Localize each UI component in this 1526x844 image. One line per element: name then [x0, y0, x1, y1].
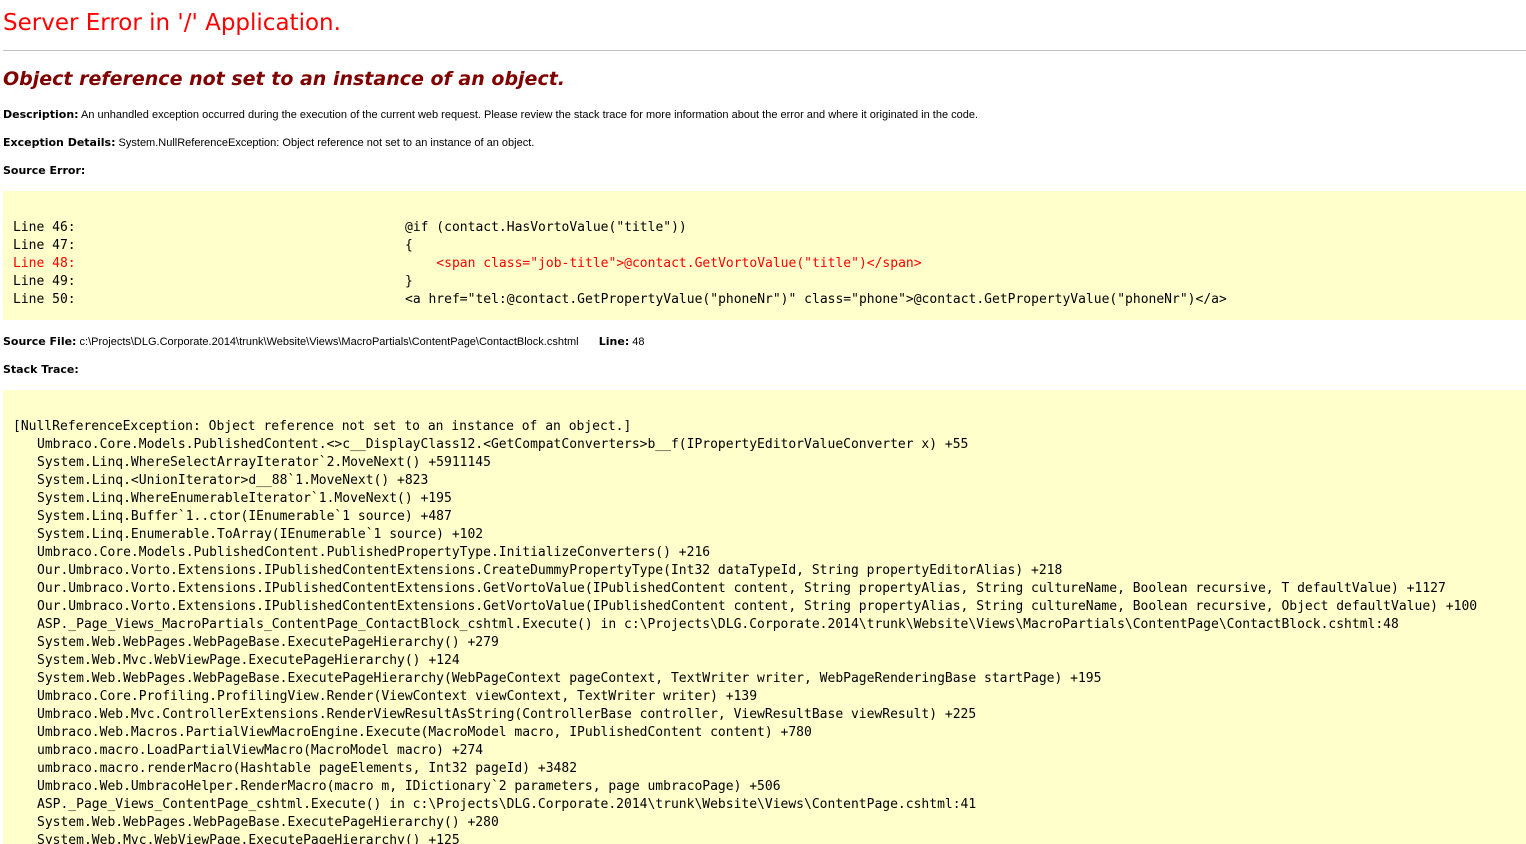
exception-details-row: Exception Details: System.NullReferenceE…	[3, 136, 534, 149]
stack-trace-label: Stack Trace:	[3, 363, 79, 376]
stack-frame: umbraco.macro.renderMacro(Hashtable page…	[37, 761, 578, 776]
stack-frame: System.Web.WebPages.WebPageBase.ExecuteP…	[37, 671, 1102, 686]
stack-frame: System.Linq.Enumerable.ToArray(IEnumerab…	[37, 527, 484, 542]
source-error-row: Source Error:	[3, 164, 85, 177]
error-message-heading: Object reference not set to an instance …	[3, 68, 566, 90]
stack-frame: ASP._Page_Views_ContentPage_cshtml.Execu…	[37, 797, 977, 812]
source-error-label: Source Error:	[3, 164, 86, 177]
stack-frame: Umbraco.Web.UmbracoHelper.RenderMacro(ma…	[37, 779, 781, 794]
source-line-number: Line 50:	[13, 292, 76, 307]
source-line-code: }	[405, 274, 413, 289]
stack-frame: Our.Umbraco.Vorto.Extensions.IPublishedC…	[37, 599, 1478, 614]
stack-frame: System.Web.Mvc.WebViewPage.ExecutePageHi…	[37, 833, 460, 844]
exception-details-label: Exception Details:	[3, 136, 116, 149]
exception-details-text: System.NullReferenceException: Object re…	[118, 137, 535, 149]
stack-frame: Umbraco.Core.Models.PublishedContent.Pub…	[37, 545, 711, 560]
description-text: An unhandled exception occurred during t…	[81, 109, 979, 121]
stack-frame: System.Web.WebPages.WebPageBase.ExecuteP…	[37, 635, 499, 650]
stack-frame: System.Linq.WhereSelectArrayIterator`2.M…	[37, 455, 491, 470]
source-line-number: Line 47:	[13, 238, 76, 253]
source-line-code: {	[405, 238, 413, 253]
source-line-number: Line 49:	[13, 274, 76, 289]
stack-frame: System.Linq.Buffer`1..ctor(IEnumerable`1…	[37, 509, 452, 524]
description-label: Description:	[3, 108, 79, 121]
stack-frame: Our.Umbraco.Vorto.Extensions.IPublishedC…	[37, 581, 1446, 596]
source-line-code: @if (contact.HasVortoValue("title"))	[405, 220, 687, 235]
source-line-code: <span class="job-title">@contact.GetVort…	[405, 256, 922, 271]
stack-trace-box: [NullReferenceException: Object referenc…	[3, 390, 1526, 844]
stack-frame: System.Web.WebPages.WebPageBase.ExecuteP…	[37, 815, 499, 830]
stack-trace-row: Stack Trace:	[3, 363, 79, 376]
stack-frame: Umbraco.Core.Profiling.ProfilingView.Ren…	[37, 689, 758, 704]
stack-trace-header: [NullReferenceException: Object referenc…	[13, 419, 632, 434]
error-page: Server Error in '/' Application. Object …	[0, 0, 1526, 844]
stack-frame: Umbraco.Core.Models.PublishedContent.<>c…	[37, 437, 969, 452]
page-title: Server Error in '/' Application.	[3, 10, 341, 36]
stack-frame: Our.Umbraco.Vorto.Extensions.IPublishedC…	[37, 563, 1063, 578]
source-error-box: Line 46: @if (contact.HasVortoValue("titl…	[3, 191, 1526, 320]
stack-frame: Umbraco.Web.Mvc.ControllerExtensions.Ren…	[37, 707, 977, 722]
source-line-number: Line 46:	[13, 220, 76, 235]
source-file-label: Source File:	[3, 335, 77, 348]
source-file-row: Source File: c:\Projects\DLG.Corporate.2…	[3, 335, 645, 348]
stack-frame: System.Linq.<UnionIterator>d__88`1.MoveN…	[37, 473, 429, 488]
line-number-value: 48	[632, 336, 645, 348]
description-row: Description: An unhandled exception occu…	[3, 108, 978, 121]
stack-frame: System.Linq.WhereEnumerableIterator`1.Mo…	[37, 491, 452, 506]
source-line-number: Line 48:	[13, 256, 76, 271]
title-divider	[3, 50, 1526, 51]
stack-frame: Umbraco.Web.Macros.PartialViewMacroEngin…	[37, 725, 812, 740]
stack-frame: umbraco.macro.LoadPartialViewMacro(Macro…	[37, 743, 484, 758]
stack-frame: ASP._Page_Views_MacroPartials_ContentPag…	[37, 617, 1399, 632]
line-label: Line:	[598, 335, 630, 348]
source-file-path: c:\Projects\DLG.Corporate.2014\trunk\Web…	[79, 336, 579, 348]
source-line-code: <a href="tel:@contact.GetPropertyValue("…	[405, 292, 1227, 307]
stack-frame: System.Web.Mvc.WebViewPage.ExecutePageHi…	[37, 653, 460, 668]
stack-trace-frames: Umbraco.Core.Models.PublishedContent.<>c…	[37, 436, 1477, 844]
